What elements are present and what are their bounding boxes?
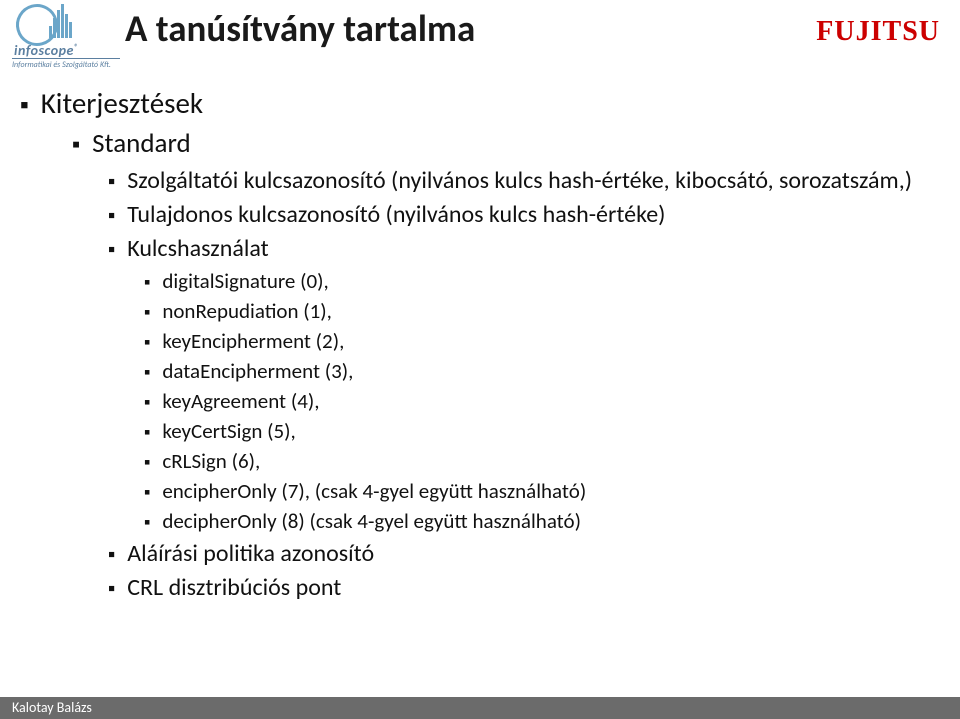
bullet-l4: keyCertSign (5),	[144, 418, 940, 444]
bullet-l3: Aláírási politika azonosító	[108, 539, 940, 568]
bullet-l2: Standard Szolgáltatói kulcsazonosító (ny…	[72, 127, 940, 602]
bullet-l4: encipherOnly (7), (csak 4-gyel együtt ha…	[144, 478, 940, 504]
bullet-l4: decipherOnly (8) (csak 4-gyel együtt has…	[144, 508, 940, 534]
reg-mark: ®	[74, 42, 79, 52]
bullet-l3: Szolgáltatói kulcsazonosító (nyilvános k…	[108, 166, 940, 195]
slide-footer: Kalotay Balázs	[0, 697, 960, 719]
bullet-l3: CRL disztribúciós pont	[108, 573, 940, 602]
slide-content: Kiterjesztések Standard Szolgáltatói kul…	[20, 85, 940, 608]
bullet-l4: keyAgreement (4),	[144, 388, 940, 414]
bullet-l4: cRLSign (6),	[144, 448, 940, 474]
infoscope-brand: infoscope	[14, 42, 74, 59]
bullet-l4: digitalSignature (0),	[144, 268, 940, 294]
bullet-l3: Kulcshasználat digitalSignature (0), non…	[108, 234, 940, 534]
bullet-l3: Tulajdonos kulcsazonosító (nyilvános kul…	[108, 200, 940, 229]
infoscope-tagline: Informatikai és Szolgáltató Kft.	[12, 58, 120, 70]
slide-title: A tanúsítvány tartalma	[125, 6, 475, 51]
bullet-l1: Kiterjesztések Standard Szolgáltatói kul…	[20, 85, 940, 602]
footer-author: Kalotay Balázs	[0, 699, 92, 716]
bullet-l4: nonRepudiation (1),	[144, 298, 940, 324]
bullet-l4: dataEncipherment (3),	[144, 358, 940, 384]
infoscope-logo: infoscope® Informatikai és Szolgáltató K…	[8, 2, 110, 62]
fujitsu-logo: FUJITSU	[816, 16, 940, 48]
slide-header: infoscope® Informatikai és Szolgáltató K…	[0, 0, 960, 70]
bullet-l4: keyEncipherment (2),	[144, 328, 940, 354]
